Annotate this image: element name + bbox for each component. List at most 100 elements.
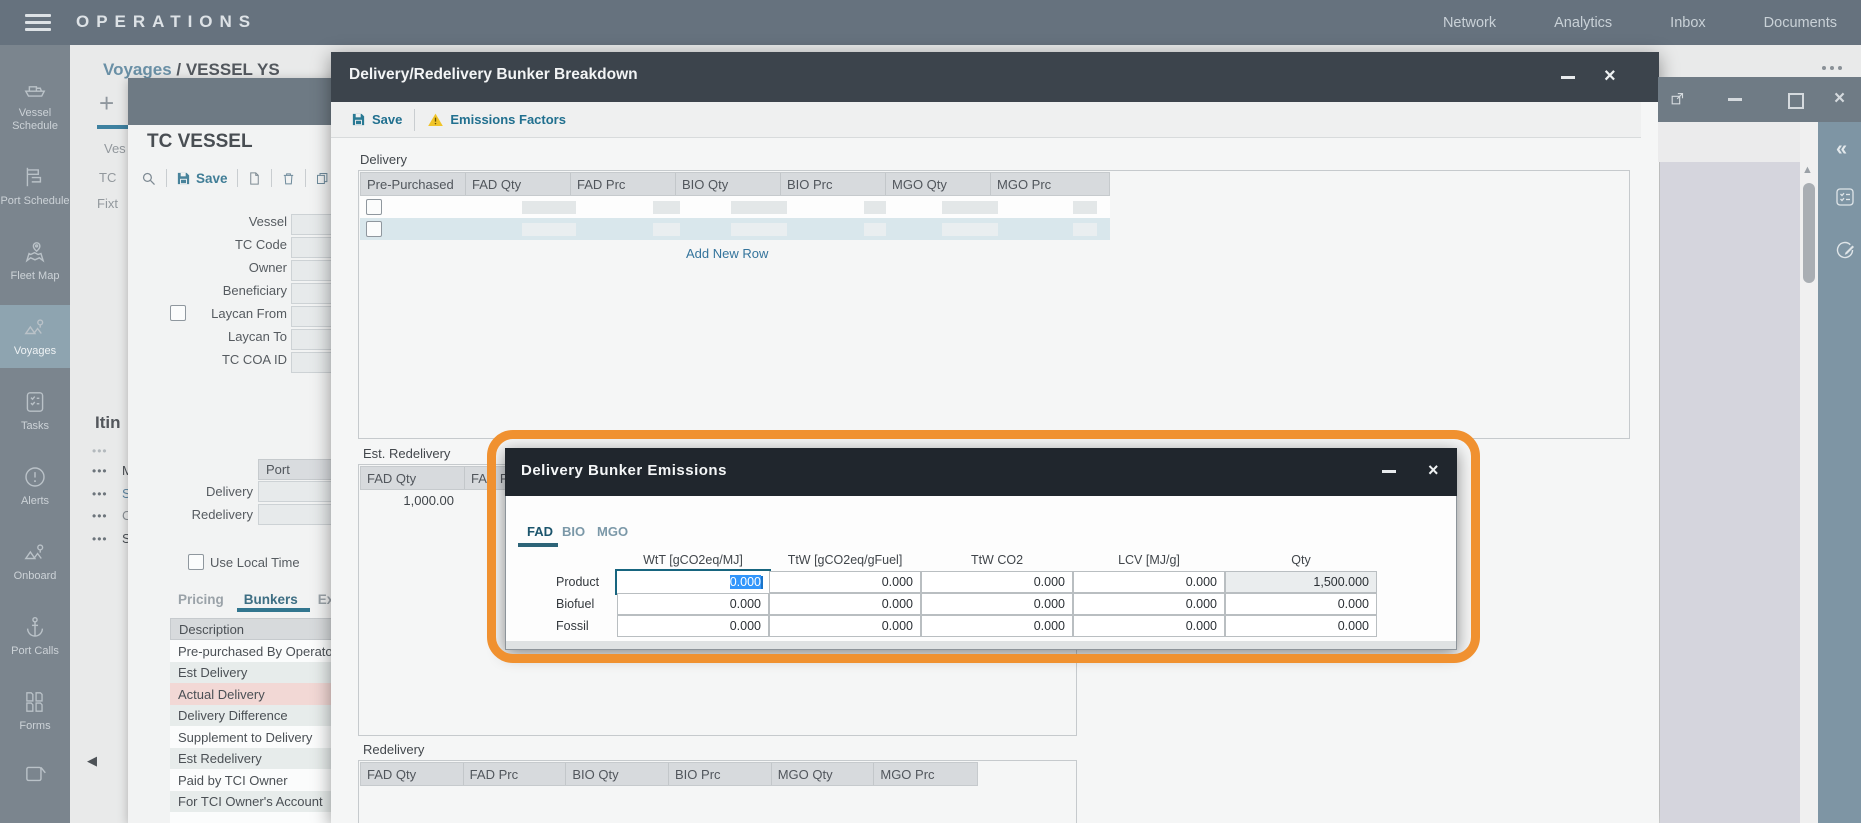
sidebar-item-partial[interactable] (0, 753, 70, 798)
grid-row[interactable]: Supplement to Delivery (170, 726, 349, 748)
grid-row[interactable]: Est Redelivery (170, 748, 349, 769)
sidebar-item-alerts[interactable]: Alerts (0, 455, 70, 518)
highlight-ring (487, 430, 1480, 663)
column-header[interactable]: MGO Prc (874, 763, 977, 785)
tc-vessel-toolbar: Save (140, 166, 330, 190)
grid-row[interactable]: Paid by TCI Owner (170, 769, 349, 791)
row-menu-icon[interactable]: ••• (92, 532, 108, 546)
new-document-icon[interactable] (247, 171, 262, 186)
grid-row[interactable]: Est Delivery (170, 662, 349, 683)
sidebar-item-tasks[interactable]: Tasks (0, 380, 70, 443)
column-header[interactable]: BIO Prc (669, 763, 772, 785)
redelivery-table-header: FAD Qty FAD Prc BIO Qty BIO Prc MGO Qty … (360, 762, 978, 786)
use-local-time-label: Use Local Time (210, 555, 300, 570)
nav-inbox[interactable]: Inbox (1670, 15, 1705, 31)
column-header[interactable]: FAD Prc (571, 173, 676, 195)
emissions-factors-button[interactable]: Emissions Factors (427, 112, 566, 128)
sidebar-item-label: Fleet Map (11, 270, 60, 283)
close-icon[interactable]: × (1834, 89, 1845, 109)
column-header[interactable]: BIO Qty (566, 763, 669, 785)
column-header[interactable]: MGO Prc (991, 173, 1096, 195)
minimize-icon[interactable] (1561, 76, 1575, 79)
right-window-titlebar[interactable] (1658, 77, 1861, 122)
left-sidebar: Vessel Schedule Port Schedule Fleet Map … (0, 45, 70, 823)
field-fragment: TC (99, 170, 116, 185)
field-row-tc-coa-id: TC COA ID (128, 352, 287, 372)
grid-row[interactable]: For TCI Owner's Account (170, 791, 349, 812)
sidebar-item-forms[interactable]: Forms (0, 680, 70, 743)
est-redelivery-section-label: Est. Redelivery (363, 446, 450, 461)
tc-vessel-titlebar[interactable] (128, 78, 341, 125)
copy-icon[interactable] (315, 171, 330, 186)
field-row-laycan-from: Laycan From (128, 306, 287, 326)
sidebar-item-voyages[interactable]: Voyages (0, 305, 70, 368)
collapse-panel-icon[interactable]: « (1836, 138, 1847, 161)
grid-row[interactable]: Delivery Difference (170, 705, 349, 726)
delivery-section-label: Delivery (360, 152, 407, 167)
delivery-table-header: Pre-Purchased FAD Qty FAD Prc BIO Qty BI… (360, 172, 1110, 196)
top-nav: Network Analytics Inbox Documents (1443, 0, 1837, 45)
delivery-port-input[interactable] (258, 481, 341, 502)
open-in-window-icon[interactable] (1670, 91, 1685, 106)
modal-save-button[interactable]: Save (351, 112, 402, 127)
sidebar-item-label: Port Schedule (0, 195, 69, 208)
scroll-up-icon[interactable]: ▲ (1802, 164, 1813, 176)
save-button[interactable]: Save (176, 171, 228, 186)
row-menu-icon[interactable]: ••• (92, 509, 108, 523)
tc-vessel-title: TC VESSEL (147, 131, 253, 153)
row-menu-icon[interactable]: ••• (92, 487, 108, 501)
redelivery-section-label: Redelivery (363, 742, 424, 757)
menu-icon[interactable] (25, 14, 51, 31)
redelivery-port-input[interactable] (258, 504, 341, 525)
column-header[interactable]: FAD Qty (466, 173, 571, 195)
breadcrumb-voyages-link[interactable]: Voyages (103, 60, 172, 79)
sidebar-item-onboard[interactable]: Onboard (0, 530, 70, 593)
close-icon[interactable]: × (1604, 66, 1616, 86)
column-header[interactable]: MGO Qty (772, 763, 875, 785)
add-new-row-link[interactable]: Add New Row (686, 246, 768, 261)
nav-documents[interactable]: Documents (1764, 15, 1837, 31)
nav-analytics[interactable]: Analytics (1554, 15, 1612, 31)
minimize-icon[interactable] (1728, 98, 1742, 101)
sidebar-item-port-calls[interactable]: Port Calls (0, 605, 70, 668)
column-header[interactable]: MGO Qty (886, 173, 991, 195)
row-menu-icon[interactable]: ••• (92, 444, 108, 458)
cell-placeholder (1073, 201, 1097, 214)
field-row-beneficiary: Beneficiary (128, 283, 287, 303)
add-tab-button[interactable]: + (99, 88, 114, 119)
cell-placeholder (731, 223, 787, 236)
grid-row[interactable]: Pre-purchased By Operato (170, 640, 349, 662)
edit-refresh-icon[interactable] (1833, 238, 1857, 262)
tasks-icon (22, 389, 48, 415)
delete-icon[interactable] (281, 171, 296, 186)
more-options-icon[interactable] (1822, 66, 1842, 70)
use-local-time-checkbox[interactable] (188, 554, 204, 570)
field-row-owner: Owner (128, 260, 287, 280)
row-menu-icon[interactable]: ••• (92, 464, 108, 478)
column-header[interactable]: FAD Prc (464, 763, 567, 785)
checklist-panel-icon[interactable] (1833, 185, 1857, 209)
scroll-left-arrow-icon[interactable]: ◀ (87, 753, 97, 769)
cell-placeholder (1073, 223, 1097, 236)
scrollbar-thumb[interactable] (1803, 183, 1815, 283)
maximize-icon[interactable] (1788, 93, 1804, 109)
sidebar-item-label: Vessel Schedule (0, 107, 70, 133)
sidebar-item-label: Onboard (14, 570, 57, 583)
port-column-header: Port (258, 459, 341, 480)
search-icon[interactable] (140, 170, 157, 187)
tab-pricing[interactable]: Pricing (178, 592, 224, 607)
column-header[interactable]: BIO Prc (781, 173, 886, 195)
row-checkbox[interactable] (366, 199, 382, 215)
app-title: OPERATIONS (76, 12, 257, 32)
nav-network[interactable]: Network (1443, 15, 1496, 31)
sidebar-item-fleet-map[interactable]: Fleet Map (0, 230, 70, 293)
column-header[interactable]: BIO Qty (676, 173, 781, 195)
grid-row-highlighted[interactable]: Actual Delivery (170, 683, 349, 705)
sidebar-item-port-schedule[interactable]: Port Schedule (0, 155, 70, 218)
tab-bunkers[interactable]: Bunkers (244, 592, 298, 607)
row-checkbox[interactable] (366, 221, 382, 237)
column-header[interactable]: Pre-Purchased (361, 173, 466, 195)
column-header[interactable]: FAD Qty (361, 763, 464, 785)
sidebar-item-vessel-schedule[interactable]: Vessel Schedule (0, 67, 70, 143)
column-header[interactable]: FAD Qty (361, 467, 465, 489)
